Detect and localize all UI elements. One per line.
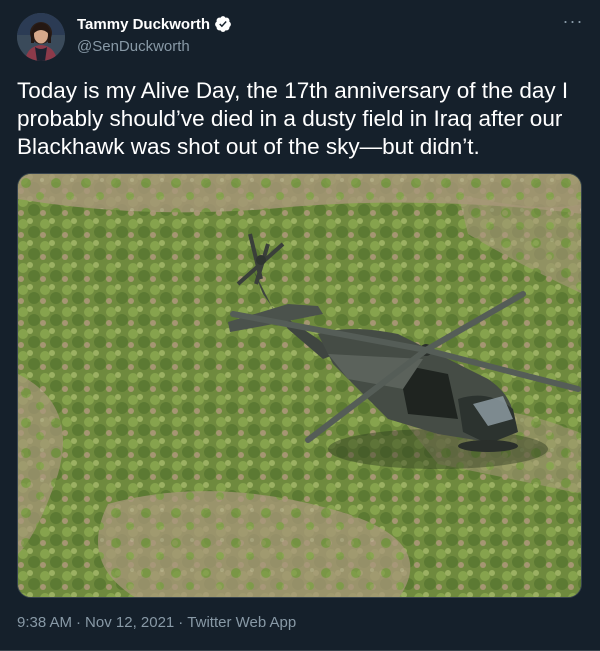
profile-photo-icon (17, 13, 65, 61)
tweet-photo[interactable] (17, 173, 582, 598)
tweet-card: Tammy Duckworth @SenDuckworth ··· Today … (0, 0, 600, 651)
more-horizontal-icon: ··· (562, 11, 584, 31)
author-handle[interactable]: @SenDuckworth (77, 38, 190, 55)
tweet-metadata: 9:38 AM · Nov 12, 2021 · Twitter Web App (17, 614, 296, 631)
verified-badge-icon (214, 15, 232, 33)
tweet-text: Today is my Alive Day, the 17th annivers… (17, 78, 569, 159)
avatar[interactable] (17, 13, 65, 61)
more-options-button[interactable]: ··· (560, 11, 586, 34)
tweet-time[interactable]: 9:38 AM (17, 614, 72, 631)
tweet-source-link[interactable]: Twitter Web App (187, 614, 296, 631)
helicopter-photo-icon (18, 174, 581, 597)
author-display-name[interactable]: Tammy Duckworth (77, 16, 210, 33)
author-name-row[interactable]: Tammy Duckworth (77, 15, 232, 33)
meta-separator: · (76, 614, 82, 631)
meta-separator: · (178, 614, 184, 631)
tweet-date[interactable]: Nov 12, 2021 (85, 614, 174, 631)
